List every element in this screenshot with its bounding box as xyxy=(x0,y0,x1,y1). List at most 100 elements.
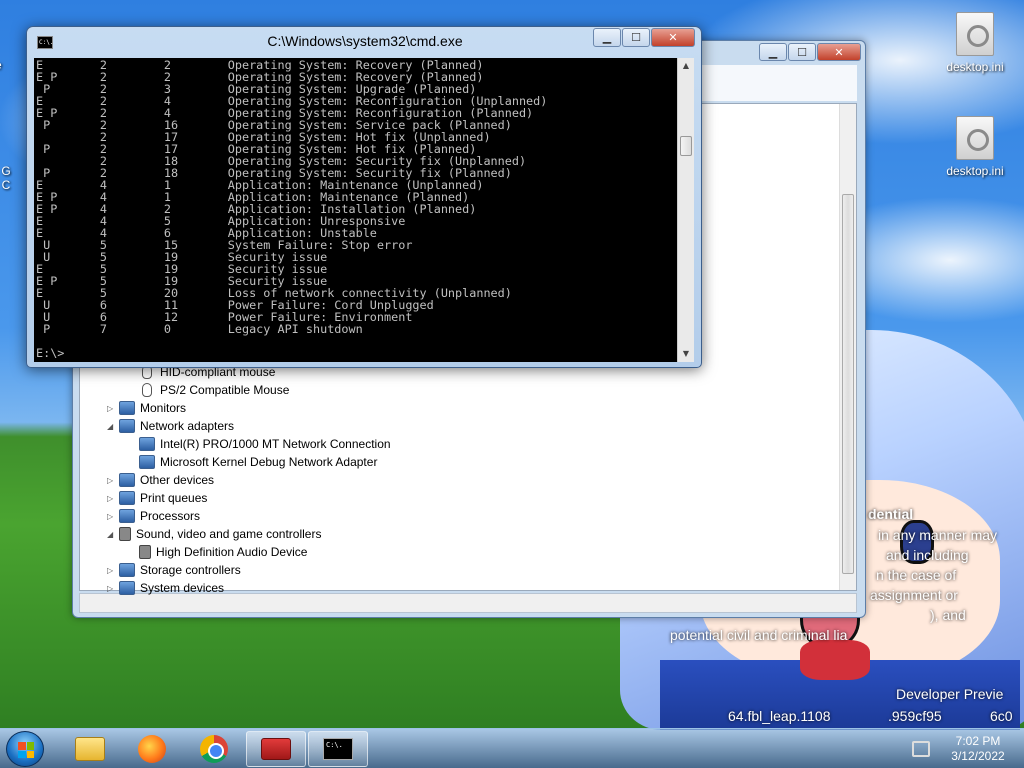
vertical-scrollbar[interactable]: ▲ ▼ xyxy=(677,58,694,362)
tree-item-label: High Definition Audio Device xyxy=(156,545,308,559)
system-icon xyxy=(119,581,135,595)
printer-icon xyxy=(119,491,135,505)
cmd-window: C:\. C:\Windows\system32\cmd.exe ▁ ☐ ✕ E… xyxy=(26,26,702,368)
desktop-icon-label: Re xyxy=(0,58,2,72)
expand-arrow-icon[interactable]: ▷ xyxy=(107,404,119,413)
tree-item[interactable]: Microsoft Kernel Debug Network Adapter xyxy=(107,453,391,471)
taskbar-cmd[interactable]: C:\. xyxy=(308,731,368,767)
minimize-button[interactable]: ▁ xyxy=(759,43,787,61)
wallpaper-art-bow xyxy=(800,640,870,680)
wallpaper-text: ), and xyxy=(930,607,966,623)
expand-arrow-icon[interactable]: ◢ xyxy=(107,422,119,431)
wallpaper-text: n the case of xyxy=(876,567,957,583)
console-area[interactable]: E 2 2 Operating System: Recovery (Planne… xyxy=(34,58,694,362)
vertical-scrollbar[interactable] xyxy=(839,104,856,590)
wallpaper-text: dential xyxy=(868,506,914,522)
windows-logo-icon xyxy=(18,742,34,758)
wallpaper-text: Developer Previe xyxy=(896,686,1004,702)
tree-item[interactable]: High Definition Audio Device xyxy=(107,543,391,561)
clock-date: 3/12/2022 xyxy=(951,749,1005,763)
tree-item[interactable]: ▷ Other devices xyxy=(107,471,391,489)
tree-item[interactable]: ▷ Print queues xyxy=(107,489,391,507)
firefox-icon xyxy=(138,735,166,763)
wallpaper-text: assignment or xyxy=(870,587,958,603)
desktop-icon-label: G xyxy=(1,164,11,178)
taskbar-toolbox[interactable] xyxy=(246,731,306,767)
tree-item-label: Monitors xyxy=(140,401,187,415)
expand-arrow-icon[interactable]: ▷ xyxy=(107,512,119,521)
tree-item-label: Storage controllers xyxy=(140,563,241,577)
network-adapter-icon xyxy=(139,437,155,451)
tree-item-label: Processors xyxy=(140,509,201,523)
taskbar-file-explorer[interactable] xyxy=(60,731,120,767)
tree-item-label: PS/2 Compatible Mouse xyxy=(160,383,290,397)
tree-item-label: System devices xyxy=(140,581,225,595)
tree-item-label: Other devices xyxy=(140,473,215,487)
desktop-icon-label: desktop.ini xyxy=(946,60,1004,74)
tree-item-label: Microsoft Kernel Debug Network Adapter xyxy=(160,455,378,469)
scrollbar-thumb[interactable] xyxy=(842,194,854,574)
settings-file-icon xyxy=(956,116,994,160)
network-adapter-icon xyxy=(119,419,135,433)
taskbar-firefox[interactable] xyxy=(122,731,182,767)
speaker-icon xyxy=(139,545,151,559)
scroll-down-arrow-icon[interactable]: ▼ xyxy=(678,346,694,362)
minimize-button[interactable]: ▁ xyxy=(593,28,621,47)
desktop-icon-label: C xyxy=(1,178,11,192)
tree-item[interactable]: PS/2 Compatible Mouse xyxy=(107,381,391,399)
system-clock[interactable]: 7:02 PM 3/12/2022 xyxy=(938,734,1018,764)
chrome-icon xyxy=(200,735,228,763)
wallpaper-text: 6c0 xyxy=(990,708,1013,724)
wallpaper-text: in any manner may xyxy=(878,527,998,543)
speaker-icon xyxy=(119,527,131,541)
console-line: P 7 0 Legacy API shutdown xyxy=(36,322,363,336)
expand-arrow-icon[interactable]: ▷ xyxy=(107,584,119,593)
tree-item[interactable]: Intel(R) PRO/1000 MT Network Connection xyxy=(107,435,391,453)
wallpaper-text: 64.fbl_leap.1108 xyxy=(728,708,831,724)
clock-time: 7:02 PM xyxy=(955,734,1001,748)
tree-item-label: Sound, video and game controllers xyxy=(136,527,322,541)
expand-arrow-icon[interactable]: ▷ xyxy=(107,476,119,485)
tree-item[interactable]: ▷ System devices xyxy=(107,579,391,597)
storage-icon xyxy=(119,563,135,577)
tree-item-label: Intel(R) PRO/1000 MT Network Connection xyxy=(160,437,391,451)
settings-file-icon xyxy=(956,12,994,56)
tree-item-label: Network adapters xyxy=(140,419,235,433)
expand-arrow-icon[interactable]: ◢ xyxy=(107,530,119,539)
tree-item[interactable]: ◢ Sound, video and game controllers xyxy=(107,525,391,543)
maximize-button[interactable]: ☐ xyxy=(788,43,816,61)
maximize-button[interactable]: ☐ xyxy=(622,28,650,47)
close-button[interactable]: ✕ xyxy=(651,28,695,47)
unknown-device-icon xyxy=(119,473,135,487)
taskbar: C:\. 7:02 PM 3/12/2022 xyxy=(0,728,1024,768)
network-icon[interactable] xyxy=(912,741,930,757)
desktop-icon-desktop-ini[interactable]: desktop.ini xyxy=(940,116,1010,178)
tree-item[interactable]: ◢ Network adapters xyxy=(107,417,391,435)
wallpaper-text: and including xyxy=(886,547,969,563)
console-output[interactable]: E 2 2 Operating System: Recovery (Planne… xyxy=(36,59,678,359)
monitor-icon xyxy=(119,401,135,415)
tree-item[interactable]: ▷ Processors xyxy=(107,507,391,525)
cmd-icon: C:\. xyxy=(323,738,353,760)
wallpaper-text: .959cf95 xyxy=(888,708,942,724)
close-button[interactable]: ✕ xyxy=(817,43,861,61)
expand-arrow-icon[interactable]: ▷ xyxy=(107,494,119,503)
processor-icon xyxy=(119,509,135,523)
desktop-icon-recycle-bin[interactable]: Re xyxy=(0,58,14,72)
taskbar-chrome[interactable] xyxy=(184,731,244,767)
console-line: E:\>_ xyxy=(36,346,72,359)
device-tree: HID-compliant mouse PS/2 Compatible Mouse… xyxy=(107,363,391,597)
desktop-icon-partial[interactable]: G C xyxy=(0,164,26,192)
tree-item[interactable]: ▷ Monitors xyxy=(107,399,391,417)
scroll-up-arrow-icon[interactable]: ▲ xyxy=(678,58,694,74)
window-controls: ▁ ☐ ✕ xyxy=(593,28,695,47)
scrollbar-thumb[interactable] xyxy=(680,136,692,156)
expand-arrow-icon[interactable]: ▷ xyxy=(107,566,119,575)
start-button[interactable] xyxy=(6,731,44,767)
folder-icon xyxy=(75,737,105,761)
tree-item[interactable]: ▷ Storage controllers xyxy=(107,561,391,579)
network-adapter-icon xyxy=(139,455,155,469)
desktop-icon-label: desktop.ini xyxy=(946,164,1004,178)
desktop-icon-desktop-ini[interactable]: desktop.ini xyxy=(940,12,1010,74)
